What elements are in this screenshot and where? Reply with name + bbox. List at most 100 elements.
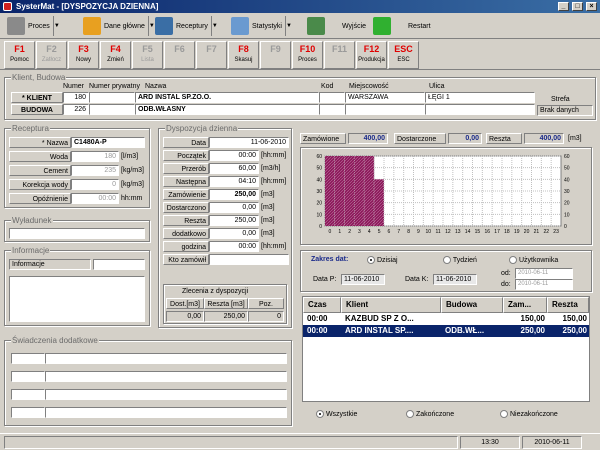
menu-statystyki[interactable]: Statystyki ▼ — [228, 15, 295, 37]
column-header-zam[interactable]: Zam... — [503, 297, 547, 313]
recipe-label: * Nazwa — [9, 137, 71, 148]
chart-x-tick-label: 7 — [397, 229, 400, 235]
cell-reszta: 250,00 — [562, 326, 587, 335]
column-header-klient[interactable]: Klient — [341, 297, 441, 313]
chart-x-tick-label: 16 — [484, 229, 490, 235]
dispatch-value[interactable]: 00:00 — [209, 150, 259, 161]
dispatch-value[interactable]: 0,00 — [209, 228, 259, 239]
menu-wyjscie[interactable]: Wyjście — [304, 15, 369, 37]
fkey-f4[interactable]: F4 Zmień — [100, 41, 131, 69]
fkey-f1[interactable]: F1 Pomoc — [4, 41, 35, 69]
swiadczenie-name-2[interactable] — [45, 371, 287, 382]
dispatch-label: Dostarczono — [163, 202, 209, 213]
radio-today[interactable] — [367, 256, 375, 265]
klient-miejscowosc[interactable]: WARSZAWA — [345, 92, 425, 103]
recipe-value[interactable]: 0 — [71, 179, 119, 190]
range-option-user[interactable]: Użytkownika — [509, 256, 558, 266]
od-field[interactable]: 2010-06-11 — [515, 268, 573, 279]
budowa-kod[interactable] — [319, 104, 345, 115]
menu-dane-glowne[interactable]: Dane główne ▼ — [80, 15, 158, 37]
minimize-button[interactable]: _ — [558, 2, 569, 11]
budowa-miejscowosc[interactable] — [345, 104, 425, 115]
fkey-f3[interactable]: F3 Nowy — [68, 41, 99, 69]
swiadczenie-name-3[interactable] — [45, 389, 287, 400]
dispatch-value[interactable]: 04:10 — [209, 176, 259, 187]
filter-unfinished[interactable]: Niezakończone — [500, 410, 558, 420]
menu-receptury[interactable]: Receptury ▼ — [152, 15, 221, 37]
informacje-text[interactable] — [9, 276, 145, 322]
filter-all[interactable]: Wszystkie — [316, 410, 357, 420]
app-icon — [3, 2, 12, 11]
informacje-type-field[interactable] — [93, 259, 145, 270]
chart-x-tick-label: 8 — [407, 229, 410, 235]
swiadczenie-name-1[interactable] — [45, 353, 287, 364]
recipe-value[interactable]: 180 — [71, 151, 119, 162]
wyladunek-field[interactable] — [9, 228, 145, 239]
range-option-week[interactable]: Tydzień — [443, 256, 477, 266]
fkey-f12[interactable]: F12 Produkcja — [356, 41, 387, 69]
chevron-down-icon[interactable]: ▼ — [210, 16, 218, 36]
column-header-reszta[interactable]: Reszta — [547, 297, 589, 313]
menu-proces[interactable]: Proces ▼ — [4, 15, 63, 37]
radio-user[interactable] — [509, 256, 517, 265]
klient-nazwa[interactable]: ARD INSTAL SP.ZO.O. — [135, 92, 319, 103]
maximize-button[interactable]: □ — [572, 2, 583, 11]
klient-kod[interactable] — [319, 92, 345, 103]
chevron-down-icon[interactable]: ▼ — [284, 16, 292, 36]
chart-x-tick-label: 22 — [543, 229, 549, 235]
recipe-value[interactable]: 00:00 — [71, 193, 119, 204]
chevron-down-icon[interactable]: ▼ — [52, 16, 60, 36]
chart-x-tick-label: 10 — [425, 229, 431, 235]
dispatch-label: Następna — [163, 176, 209, 187]
menu-restart[interactable]: Restart — [370, 15, 434, 37]
dispatch-value[interactable] — [209, 254, 289, 265]
swiadczenie-code-4[interactable] — [11, 407, 45, 418]
radio-all[interactable] — [316, 410, 324, 419]
radio-finished[interactable] — [406, 410, 414, 419]
column-header-czas[interactable]: Czas — [303, 297, 341, 313]
header-strefa: Strefa — [551, 96, 570, 103]
table-row[interactable]: 00:00 ARD INSTAL SP.... ODB.WŁ... 250,00 250… — [303, 325, 589, 337]
radio-week[interactable] — [443, 256, 451, 265]
budowa-nazwa[interactable]: ODB.WŁASNY — [135, 104, 319, 115]
data-k-field[interactable]: 11-06-2010 — [433, 274, 477, 285]
klient-ulica[interactable]: ŁĘGI 1 — [425, 92, 535, 103]
swiadczenie-code-1[interactable] — [11, 353, 45, 364]
client-group: Klient, Budowa Numer Numer prywatny Nazw… — [4, 73, 596, 120]
do-field[interactable]: 2010-06-11 — [515, 279, 573, 290]
dispatch-value[interactable]: 250,00 — [209, 189, 259, 200]
swiadczenia-group: Świadczenia dodatkowe — [4, 336, 292, 426]
swiadczenie-code-3[interactable] — [11, 389, 45, 400]
hourly-chart: 60 60 50 50 40 40 30 30 20 20 10 10 0 0 0 1 2 3 4 5 6 7 8 9 10 11… — [300, 147, 592, 245]
fkey-esc[interactable]: ESC ESC — [388, 41, 419, 69]
recipe-value[interactable]: 235 — [71, 165, 119, 176]
folder-icon — [83, 17, 101, 35]
fkey-f10[interactable]: F10 Proces — [292, 41, 323, 69]
dispatch-value[interactable]: 250,00 — [209, 215, 259, 226]
klient-numer[interactable]: 180 — [63, 92, 89, 103]
dispatch-value[interactable]: 11-06-2010 — [209, 137, 289, 148]
radio-unfinished[interactable] — [500, 410, 508, 419]
budowa-numer-prywatny[interactable] — [89, 104, 135, 115]
chart-y-tick-label-left: 40 — [316, 177, 322, 183]
swiadczenie-code-2[interactable] — [11, 371, 45, 382]
status-date: 2010-06-11 — [522, 436, 582, 449]
dispatch-value[interactable]: 0,00 — [209, 202, 259, 213]
data-p-field[interactable]: 11-06-2010 — [341, 274, 385, 285]
fkey-f8[interactable]: F8 Skasuj — [228, 41, 259, 69]
recipe-value[interactable]: C1480A-P — [71, 137, 145, 148]
swiadczenie-name-4[interactable] — [45, 407, 287, 418]
budowa-ulica[interactable] — [425, 104, 535, 115]
column-header-budowa[interactable]: Budowa — [441, 297, 503, 313]
dispatch-value[interactable]: 00:00 — [209, 241, 259, 252]
chart-x-tick-label: 14 — [465, 229, 471, 235]
close-button[interactable]: × — [586, 2, 597, 11]
range-option-today[interactable]: Dzisiaj — [367, 256, 398, 266]
klient-numer-prywatny[interactable] — [89, 92, 135, 103]
dispatch-value[interactable]: 60,00 — [209, 163, 259, 174]
table-row[interactable]: 00:00 KAZBUD SP Z O... 150,00 150,00 — [303, 313, 589, 325]
budowa-numer[interactable]: 226 — [63, 104, 89, 115]
filter-finished[interactable]: Zakończone — [406, 410, 454, 420]
fkey-label: Proces — [298, 57, 317, 63]
klient-label: * KLIENT — [11, 92, 63, 103]
